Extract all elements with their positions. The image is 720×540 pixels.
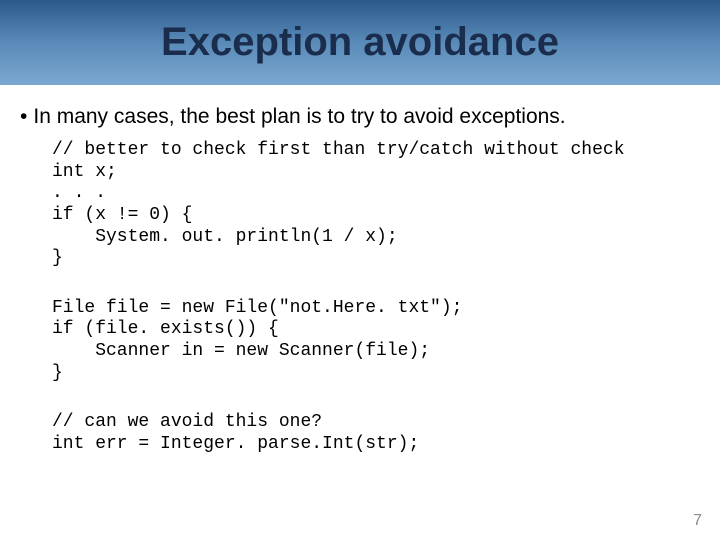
bullet-text: In many cases, the best plan is to try t… — [33, 105, 565, 128]
slide-title: Exception avoidance — [161, 20, 559, 65]
code-block-1: // better to check first than try/catch … — [52, 140, 700, 270]
bullet-marker: • — [20, 103, 27, 130]
bullet-item: • In many cases, the best plan is to try … — [20, 103, 700, 130]
title-bar: Exception avoidance — [0, 0, 720, 85]
code-block-3: // can we avoid this one? int err = Inte… — [52, 412, 700, 455]
page-number: 7 — [693, 512, 702, 530]
slide-content: • In many cases, the best plan is to try … — [0, 85, 720, 455]
code-block-2: File file = new File("not.Here. txt"); i… — [52, 298, 700, 384]
